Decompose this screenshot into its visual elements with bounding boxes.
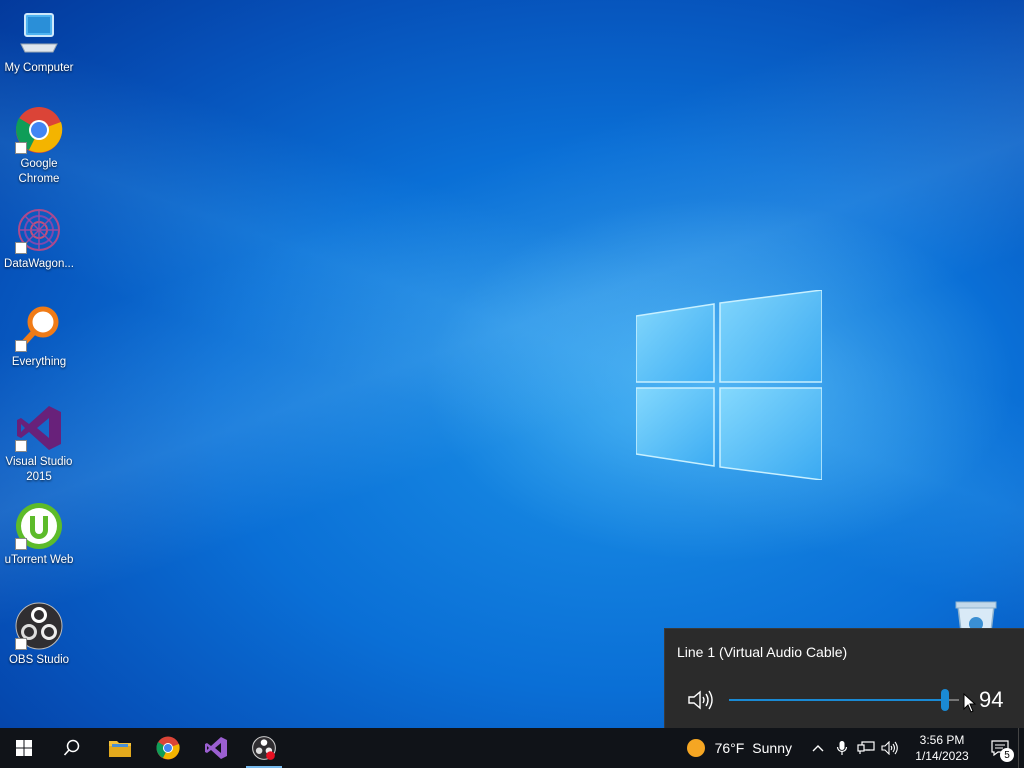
mouse-cursor-icon xyxy=(963,693,977,713)
volume-slider-fill xyxy=(729,699,946,701)
shortcut-arrow-icon xyxy=(15,242,27,254)
folder-icon xyxy=(109,741,131,757)
search-button[interactable] xyxy=(48,728,96,768)
desktop-icon-google-chrome[interactable]: Google Chrome xyxy=(0,106,78,187)
clock-time: 3:56 PM xyxy=(919,733,965,747)
desktop-icon-label: DataWagon... xyxy=(4,258,74,270)
weather-temp: 76°F xyxy=(714,740,745,756)
volume-slider-thumb[interactable] xyxy=(941,689,950,711)
desktop-icon-label: uTorrent Web xyxy=(4,554,74,566)
system-tray: 76°F Sunny 3:56 PM 1/14/2023 5 xyxy=(686,728,1024,768)
desktop-icon-label: Everything xyxy=(11,356,67,368)
speaker-icon[interactable] xyxy=(687,689,713,711)
clock-date: 1/14/2023 xyxy=(915,749,969,763)
taskbar-file-explorer[interactable] xyxy=(96,728,144,768)
taskbar: 76°F Sunny 3:56 PM 1/14/2023 5 xyxy=(0,728,1024,768)
network-tray-icon[interactable] xyxy=(854,728,878,768)
taskbar-visual-studio[interactable] xyxy=(192,728,240,768)
shortcut-arrow-icon xyxy=(15,340,27,352)
volume-slider[interactable] xyxy=(729,689,959,711)
weather-condition: Sunny xyxy=(752,740,792,756)
desktop-icon-label: Visual Studio 2015 xyxy=(5,456,73,483)
chevron-up-icon xyxy=(812,745,824,752)
search-icon xyxy=(63,739,80,756)
network-icon xyxy=(857,741,875,754)
sun-icon xyxy=(686,739,705,757)
desktop-icon-datawagon[interactable]: DataWagon... xyxy=(0,206,78,272)
visual-studio-icon xyxy=(205,737,227,759)
desktop-icon-obs-studio[interactable]: OBS Studio xyxy=(0,602,78,668)
microphone-tray-icon[interactable] xyxy=(830,728,854,768)
weather-widget[interactable]: 76°F Sunny xyxy=(686,739,792,757)
desktop-icon-label: Google Chrome xyxy=(18,158,60,185)
desktop-icon-label: OBS Studio xyxy=(8,654,70,666)
desktop-icon-everything[interactable]: Everything xyxy=(0,304,78,370)
audio-device-name[interactable]: Line 1 (Virtual Audio Cable) xyxy=(677,644,847,660)
taskbar-chrome[interactable] xyxy=(144,728,192,768)
volume-flyout: Line 1 (Virtual Audio Cable) 94 xyxy=(664,628,1024,728)
microphone-icon xyxy=(836,741,848,755)
shortcut-arrow-icon xyxy=(15,538,27,550)
computer-icon xyxy=(20,13,58,53)
chrome-icon xyxy=(156,736,180,760)
show-desktop-button[interactable] xyxy=(1018,728,1024,768)
desktop-icon-utorrent-web[interactable]: uTorrent Web xyxy=(0,502,78,568)
windows-start-icon xyxy=(16,740,32,756)
desktop-icon-my-computer[interactable]: My Computer xyxy=(0,10,78,76)
desktop-icon-label: My Computer xyxy=(4,62,74,74)
shortcut-arrow-icon xyxy=(15,440,27,452)
shortcut-arrow-icon xyxy=(15,142,27,154)
start-button[interactable] xyxy=(0,728,48,768)
windows-logo-wallpaper xyxy=(636,290,822,480)
action-center-button[interactable]: 5 xyxy=(982,728,1018,768)
desktop-icon-visual-studio[interactable]: Visual Studio 2015 xyxy=(0,404,78,485)
clock[interactable]: 3:56 PM 1/14/2023 xyxy=(906,732,978,764)
obs-studio-recording-icon xyxy=(252,736,276,760)
volume-value: 94 xyxy=(979,687,1004,712)
taskbar-obs-studio[interactable] xyxy=(240,728,288,768)
volume-tray-icon[interactable] xyxy=(878,728,902,768)
show-hidden-icons-button[interactable] xyxy=(806,728,830,768)
shortcut-arrow-icon xyxy=(15,638,27,650)
speaker-icon xyxy=(881,741,898,755)
notification-count-badge: 5 xyxy=(1000,748,1014,762)
